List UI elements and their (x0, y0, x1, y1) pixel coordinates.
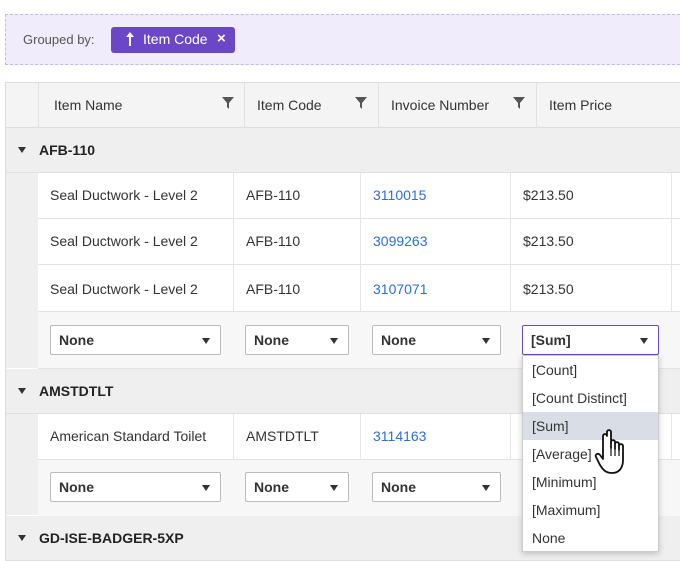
select-value: None (381, 332, 416, 348)
filter-icon[interactable] (355, 97, 367, 109)
group-indent (6, 414, 38, 515)
column-header-label: Item Name (54, 97, 123, 113)
column-header-label: Item Code (257, 97, 322, 113)
group-row[interactable]: AFB-110 (6, 128, 680, 173)
dropdown-option-maximum[interactable]: [Maximum] (523, 496, 658, 524)
cell-text: AFB-110 (246, 187, 301, 203)
grid-header: Item Name Item Code Invoice Number Item … (6, 83, 680, 128)
collapse-triangle-icon[interactable] (18, 535, 26, 541)
cell-item-code: AFB-110 (234, 173, 361, 219)
option-label: [Sum] (532, 418, 569, 434)
option-label: [Minimum] (532, 474, 597, 490)
column-header-label: Item Price (549, 97, 613, 113)
filter-icon[interactable] (222, 97, 234, 109)
group-row-label: AFB-110 (39, 142, 96, 158)
aggregate-select-item-name[interactable]: None (50, 325, 221, 355)
cell-text: Seal Ductwork - Level 2 (50, 187, 198, 203)
option-label: [Count Distinct] (532, 390, 627, 406)
select-value: None (254, 332, 289, 348)
cell-text: $213.50 (523, 281, 574, 297)
aggregate-dropdown-menu: [Count] [Count Distinct] [Sum] [Average]… (522, 355, 659, 552)
chevron-down-icon (202, 485, 210, 491)
cell-text: $213.50 (523, 187, 574, 203)
group-row-label: AMSTDTLT (39, 383, 114, 399)
cell-invoice-number[interactable]: 3099263 (361, 219, 511, 265)
aggregate-select-item-code[interactable]: None (245, 472, 349, 502)
filter-icon[interactable] (513, 97, 525, 109)
invoice-link[interactable]: 3114163 (373, 428, 426, 444)
column-header-invoice-number[interactable]: Invoice Number (378, 83, 536, 128)
cell-item-name: Seal Ductwork - Level 2 (38, 219, 234, 265)
invoice-link[interactable]: 3110015 (373, 187, 426, 203)
dropdown-option-sum[interactable]: [Sum] (523, 412, 658, 440)
cell-text: AFB-110 (246, 281, 301, 297)
column-header-item-name[interactable]: Item Name (38, 83, 244, 128)
aggregate-select-invoice-number[interactable]: None (372, 325, 501, 355)
option-label: [Count] (532, 362, 578, 378)
cell-invoice-number[interactable]: 3110015 (361, 173, 511, 219)
cell-invoice-number[interactable]: 3107071 (361, 265, 511, 312)
dropdown-option-count-distinct[interactable]: [Count Distinct] (523, 384, 658, 412)
grouped-by-label: Grouped by: (23, 32, 95, 47)
aggregate-select-item-code[interactable]: None (245, 325, 349, 355)
chevron-down-icon (330, 338, 338, 344)
table-row[interactable]: Seal Ductwork - Level 2 AFB-110 3099263 … (38, 219, 680, 265)
cell-text: Seal Ductwork - Level 2 (50, 233, 198, 249)
cell-text: Seal Ductwork - Level 2 (50, 281, 198, 297)
chevron-down-icon (202, 338, 210, 344)
cell-item-name: Seal Ductwork - Level 2 (38, 173, 234, 219)
dropdown-option-none[interactable]: None (523, 524, 658, 552)
cell-item-name: American Standard Toilet (38, 414, 234, 460)
hand-pointer-icon (594, 429, 624, 474)
select-value: [Sum] (531, 332, 571, 348)
select-value: None (59, 332, 94, 348)
aggregate-select-item-price[interactable]: [Sum] (522, 325, 659, 355)
dropdown-option-minimum[interactable]: [Minimum] (523, 468, 658, 496)
group-chip-label: Item Code (143, 31, 208, 47)
sort-ascending-icon (126, 32, 134, 46)
table-row[interactable]: Seal Ductwork - Level 2 AFB-110 3110015 … (38, 173, 680, 219)
group-by-panel: Grouped by: Item Code × (5, 14, 680, 65)
cell-item-price: $213.50 (511, 265, 672, 312)
cell-item-price: $213.50 (511, 219, 672, 265)
select-value: None (59, 479, 94, 495)
select-value: None (381, 479, 416, 495)
cell-item-price: $213.50 (511, 173, 672, 219)
group-chip-item-code[interactable]: Item Code × (111, 27, 235, 53)
column-header-item-code[interactable]: Item Code (244, 83, 378, 128)
cell-invoice-number[interactable]: 3114163 (361, 414, 511, 460)
option-label: [Average] (532, 446, 592, 462)
option-label: [Maximum] (532, 502, 601, 518)
collapse-triangle-icon[interactable] (18, 147, 26, 153)
aggregate-select-invoice-number[interactable]: None (372, 472, 501, 502)
cell-text: American Standard Toilet (50, 428, 207, 444)
cell-item-name: Seal Ductwork - Level 2 (38, 265, 234, 312)
cell-item-code: AFB-110 (234, 265, 361, 312)
aggregate-select-item-name[interactable]: None (50, 472, 221, 502)
cell-text: AMSTDTLT (246, 428, 319, 444)
chevron-down-icon (482, 485, 490, 491)
close-icon[interactable]: × (217, 30, 226, 47)
chevron-down-icon (330, 485, 338, 491)
cell-item-code: AFB-110 (234, 219, 361, 265)
group-indent (6, 173, 38, 368)
column-header-item-price[interactable]: Item Price (536, 83, 680, 128)
invoice-link[interactable]: 3099263 (373, 233, 428, 249)
select-value: None (254, 479, 289, 495)
group-row-label: GD-ISE-BADGER-5XP (39, 530, 184, 546)
chevron-down-icon (640, 338, 648, 344)
table-row[interactable]: Seal Ductwork - Level 2 AFB-110 3107071 … (38, 265, 680, 312)
cell-text: $213.50 (523, 233, 574, 249)
collapse-triangle-icon[interactable] (18, 388, 26, 394)
option-label: None (532, 530, 566, 546)
cell-text: AFB-110 (246, 233, 301, 249)
column-header-label: Invoice Number (391, 97, 490, 113)
dropdown-option-count[interactable]: [Count] (523, 356, 658, 384)
dropdown-option-average[interactable]: [Average] (523, 440, 658, 468)
chevron-down-icon (482, 338, 490, 344)
invoice-link[interactable]: 3107071 (373, 281, 428, 297)
cell-item-code: AMSTDTLT (234, 414, 361, 460)
